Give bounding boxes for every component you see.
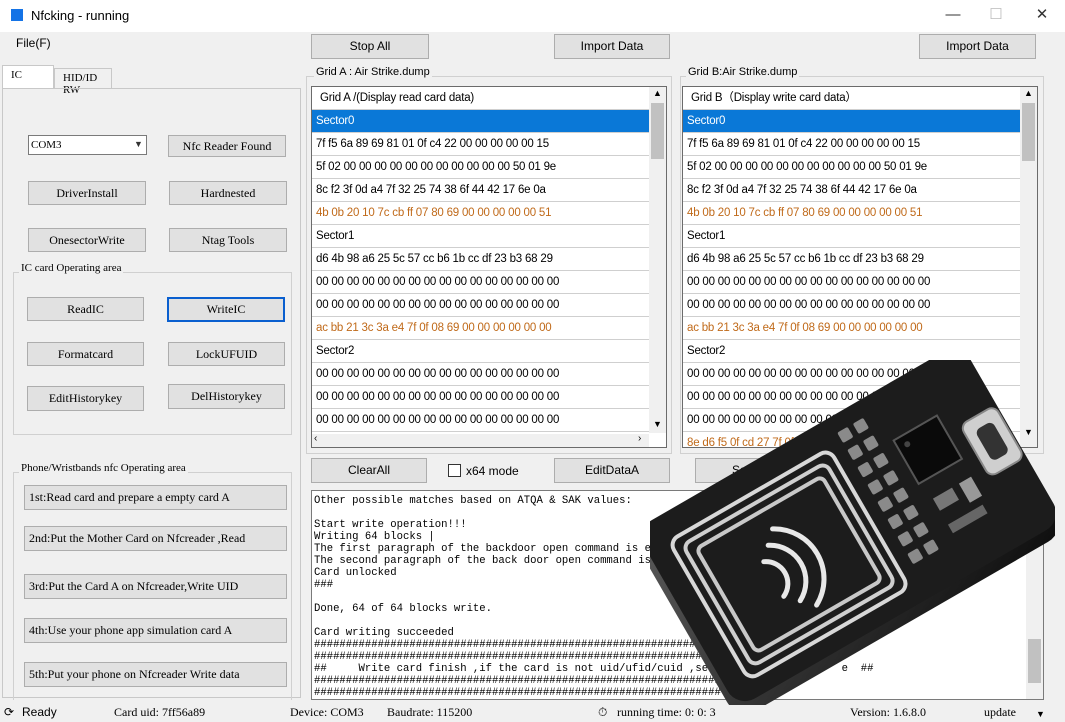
block-row[interactable]: ac bb 21 3c 3a e4 7f 0f 08 69 00 00 00 0… [312,317,666,340]
block-row[interactable]: 4b 0b 20 10 7c cb ff 07 80 69 00 00 00 0… [683,202,1037,225]
x64-mode-checkbox[interactable] [448,464,461,477]
scroll-right-icon[interactable]: › [638,433,641,444]
scroll-up-icon[interactable]: ▲ [653,88,662,98]
window-title: Nfcking - running [31,8,130,23]
chevron-down-icon: ▼ [134,139,143,149]
status-baudrate: Baudrate: 115200 [387,705,473,719]
status-card-uid: Card uid: 7ff56a89 [114,705,206,719]
block-row[interactable]: 00 00 00 00 00 00 00 00 00 00 00 00 00 0… [312,294,666,317]
x64-mode-label: x64 mode [466,464,519,478]
status-version: Version: 1.6.8.0 [850,705,926,719]
sync-icon: ⟳ [4,705,15,719]
sector-row[interactable]: Sector0 [312,110,666,133]
grid-b-header: Grid B（Display write card data） [683,87,1037,110]
import-data-b-button[interactable]: Import Data [919,34,1036,59]
block-row[interactable]: 8c f2 3f 0d a4 7f 32 25 74 38 6f 44 42 1… [683,179,1037,202]
formatcard-button[interactable]: Formatcard [27,342,144,366]
status-running-time: running time: 0: 0: 3 [617,705,716,719]
grid-b-scroll-thumb[interactable] [1022,103,1035,161]
import-data-a-button[interactable]: Import Data [554,34,670,59]
stop-all-button[interactable]: Stop All [311,34,429,59]
ntag-tools-button[interactable]: Ntag Tools [169,228,287,252]
hardnested-button[interactable]: Hardnested [169,181,287,205]
grid-a-scroll-thumb[interactable] [651,103,664,159]
nfc-reader-found-button[interactable]: Nfc Reader Found [168,135,286,157]
del-history-key-button[interactable]: DelHistorykey [168,384,285,409]
step-1-button[interactable]: 1st:Read card and prepare a empty card A [24,485,287,510]
phone-area-title: Phone/Wristbands nfc Operating area [19,462,188,474]
edit-history-key-button[interactable]: EditHistorykey [27,386,144,411]
step-4-button[interactable]: 4th:Use your phone app simulation card A [24,618,287,643]
block-row[interactable]: 7f f5 6a 89 69 81 01 0f c4 22 00 00 00 0… [312,133,666,156]
onesector-write-button[interactable]: OnesectorWrite [28,228,146,252]
read-ic-button[interactable]: ReadIC [27,297,144,321]
step-5-button[interactable]: 5th:Put your phone on Nfcreader Write da… [24,662,287,687]
lock-ufuid-button[interactable]: LockUFUID [168,342,285,366]
minimize-button[interactable]: — [942,5,964,25]
caret-down-icon: ▼ [1036,709,1045,719]
sector-row[interactable]: Sector1 [683,225,1037,248]
grid-b-title: Grid B:Air Strike.dump [686,66,800,78]
block-row[interactable]: 00 00 00 00 00 00 00 00 00 00 00 00 00 0… [312,386,666,409]
com-port-select[interactable]: COM3 [28,135,147,155]
sector-row[interactable]: Sector1 [312,225,666,248]
step-2-button[interactable]: 2nd:Put the Mother Card on Nfcreader ,Re… [24,526,287,551]
block-row[interactable]: 5f 02 00 00 00 00 00 00 00 00 00 00 00 5… [312,156,666,179]
grid-a-title: Grid A : Air Strike.dump [314,66,432,78]
grid-a-header: Grid A /(Display read card data) [312,87,666,110]
grid-a-horizontal-scrollbar[interactable]: ‹ › [312,433,649,447]
menu-file[interactable]: File(F) [16,36,51,50]
sector-row[interactable]: Sector0 [683,110,1037,133]
status-ready: Ready [22,705,57,719]
nfc-reader-device-image [650,360,1055,705]
clear-all-button[interactable]: ClearAll [311,458,427,483]
grid-a[interactable]: Grid A /(Display read card data) Sector0… [311,86,667,448]
block-row[interactable]: 7f f5 6a 89 69 81 01 0f c4 22 00 00 00 0… [683,133,1037,156]
stopwatch-icon: ⏱ [598,705,608,719]
maximize-button[interactable]: ☐ [985,5,1007,25]
block-row[interactable]: 00 00 00 00 00 00 00 00 00 00 00 00 00 0… [312,409,666,432]
block-row[interactable]: 8c f2 3f 0d a4 7f 32 25 74 38 6f 44 42 1… [312,179,666,202]
block-row[interactable]: 4b 0b 20 10 7c cb ff 07 80 69 00 00 00 0… [312,202,666,225]
block-row[interactable]: 00 00 00 00 00 00 00 00 00 00 00 00 00 0… [683,294,1037,317]
write-ic-button[interactable]: WriteIC [167,297,285,322]
block-row[interactable]: ac bb 21 3c 3a e4 7f 0f 08 69 00 00 00 0… [683,317,1037,340]
block-row[interactable]: d6 4b 98 a6 25 5c 57 cc b6 1b cc df 23 b… [683,248,1037,271]
driver-install-button[interactable]: DriverInstall [28,181,146,205]
step-3-button[interactable]: 3rd:Put the Card A on Nfcreader,Write UI… [24,574,287,599]
close-button[interactable]: ✕ [1031,5,1053,25]
block-row[interactable]: d6 4b 98 a6 25 5c 57 cc b6 1b cc df 23 b… [312,248,666,271]
app-icon [11,9,23,21]
block-row[interactable]: 00 00 00 00 00 00 00 00 00 00 00 00 00 0… [312,363,666,386]
ic-area-title: IC card Operating area [19,262,124,274]
status-device: Device: COM3 [290,705,364,719]
block-row[interactable]: 5f 02 00 00 00 00 00 00 00 00 00 00 00 5… [683,156,1037,179]
block-row[interactable]: 00 00 00 00 00 00 00 00 00 00 00 00 00 0… [683,271,1037,294]
sector-row[interactable]: Sector2 [312,340,666,363]
update-menu[interactable]: update [984,705,1016,720]
title-bar [0,0,1065,32]
block-row[interactable]: 00 00 00 00 00 00 00 00 00 00 00 00 00 0… [312,271,666,294]
scroll-up-icon[interactable]: ▲ [1024,88,1033,98]
scroll-left-icon[interactable]: ‹ [314,433,317,444]
tab-ic[interactable]: IC [2,65,54,89]
tab-hid-id-rw[interactable]: HID/ID RW [54,68,112,96]
